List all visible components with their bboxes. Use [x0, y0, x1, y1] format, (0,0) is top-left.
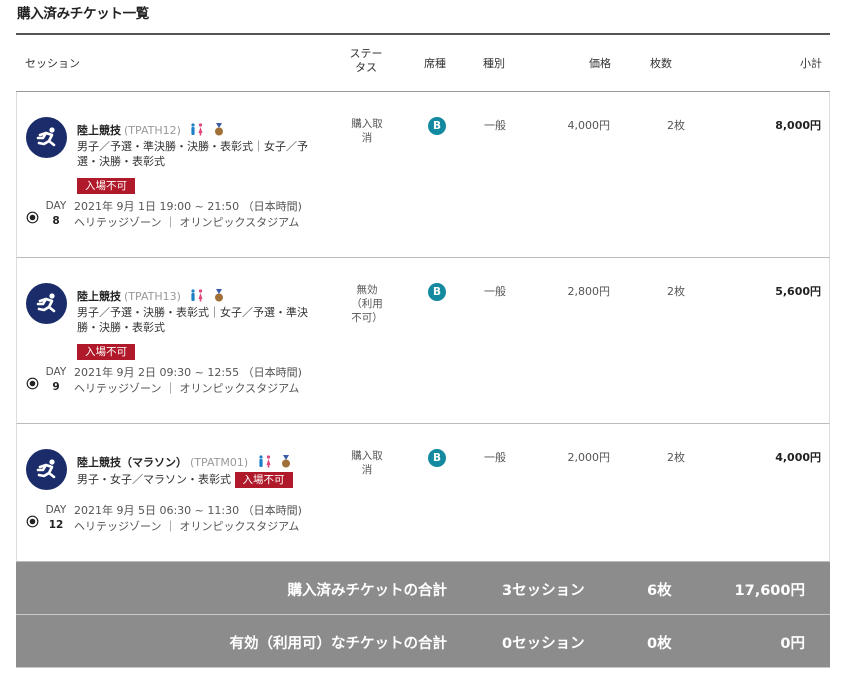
summary-count: 6枚	[647, 583, 672, 599]
session-datetime: 2021年 9月 5日 06:30 ~ 11:30 （日本時間)	[74, 504, 302, 517]
athletics-runner-icon	[26, 449, 67, 490]
men-women-icon	[189, 289, 205, 305]
ticket-type: 一般	[484, 451, 506, 464]
tickets-table: セッション ステータス 席種 種別 価格 枚数 小計 陸上競技 (TPATH12)…	[16, 33, 830, 668]
entry-badge: 入場不可	[77, 174, 135, 194]
location-pin-icon	[26, 375, 39, 390]
event-code: (TPATH13)	[124, 290, 181, 303]
ticket-price: 4,000円	[567, 119, 611, 132]
event-name: 陸上競技（マラソン）	[77, 456, 187, 469]
ticket-quantity: 2枚	[667, 285, 685, 298]
location-pin-icon	[26, 209, 39, 224]
summary-valid: 有効（利用可）なチケットの合計 0セッション 0枚 0円	[16, 615, 830, 668]
col-type: 種別	[483, 57, 505, 70]
ticket-status: 購入取消	[351, 450, 383, 476]
summary-label: 購入済みチケットの合計	[287, 583, 448, 599]
event-code: (TPATM01)	[190, 456, 249, 469]
col-price: 価格	[589, 57, 611, 70]
summary-total: 0円	[780, 636, 805, 652]
summary-sessions: 3セッション	[502, 583, 585, 599]
event-title: 陸上競技（マラソン） (TPATM01)	[77, 454, 291, 471]
col-session: セッション	[25, 57, 80, 70]
event-title: 陸上競技 (TPATH13)	[77, 288, 224, 305]
athletics-runner-icon	[26, 283, 67, 324]
ticket-subtotal: 4,000円	[775, 451, 821, 464]
session-venue: ヘリテッジゾーン ｜ オリンピックスタジアム	[74, 520, 300, 533]
summary-total: 17,600円	[734, 583, 805, 599]
page-title: 購入済みチケット一覧	[17, 6, 149, 22]
ticket-row: 陸上競技 (TPATH13) 男子／予選・決勝・表彰式｜女子／予選・準決勝・決勝・…	[16, 258, 830, 424]
entry-badge: 入場不可	[77, 340, 135, 360]
summary-purchased: 購入済みチケットの合計 3セッション 6枚 17,600円	[16, 562, 830, 615]
ticket-quantity: 2枚	[667, 119, 685, 132]
event-title: 陸上競技 (TPATH12)	[77, 122, 224, 139]
session-venue: ヘリテッジゾーン ｜ オリンピックスタジアム	[74, 382, 300, 395]
ticket-row: 陸上競技（マラソン） (TPATM01) 男子・女子／マラソン・表彰式 入場不可 …	[16, 424, 830, 562]
men-women-icon	[189, 123, 205, 139]
ticket-price: 2,800円	[567, 285, 611, 298]
col-quantity: 枚数	[650, 57, 672, 70]
day-indicator: DAY 9	[45, 366, 67, 393]
col-seat: 席種	[424, 57, 446, 70]
event-detail: 男子・女子／マラソン・表彰式 入場不可	[77, 472, 337, 488]
day-indicator: DAY 12	[45, 504, 67, 531]
event-detail: 男子／予選・決勝・表彰式｜女子／予選・準決勝・決勝・表彰式	[77, 306, 308, 334]
seat-badge: B	[428, 117, 446, 135]
medal-icon	[281, 455, 291, 471]
event-code: (TPATH12)	[124, 124, 181, 137]
ticket-price: 2,000円	[567, 451, 611, 464]
event-name: 陸上競技	[77, 124, 121, 137]
session-datetime: 2021年 9月 1日 19:00 ~ 21:50 （日本時間)	[74, 200, 302, 213]
medal-icon	[214, 289, 224, 305]
col-status: ステータス	[349, 47, 383, 74]
summary-sessions: 0セッション	[502, 636, 585, 652]
medal-icon	[214, 123, 224, 139]
ticket-status: 購入取消	[351, 118, 383, 144]
day-indicator: DAY 8	[45, 200, 67, 227]
ticket-subtotal: 8,000円	[775, 119, 821, 132]
ticket-type: 一般	[484, 119, 506, 132]
event-name: 陸上競技	[77, 290, 121, 303]
ticket-subtotal: 5,600円	[775, 285, 821, 298]
seat-badge: B	[428, 283, 446, 301]
summary-count: 0枚	[647, 636, 672, 652]
session-datetime: 2021年 9月 2日 09:30 ~ 12:55 （日本時間)	[74, 366, 302, 379]
athletics-runner-icon	[26, 117, 67, 158]
seat-badge: B	[428, 449, 446, 467]
men-women-icon	[257, 455, 273, 471]
ticket-row: 陸上競技 (TPATH12) 男子／予選・準決勝・決勝・表彰式｜女子／予選・決勝・…	[16, 92, 830, 258]
location-pin-icon	[26, 513, 39, 528]
table-header: セッション ステータス 席種 種別 価格 枚数 小計	[16, 33, 830, 92]
ticket-type: 一般	[484, 285, 506, 298]
entry-badge: 入場不可	[234, 472, 293, 488]
ticket-quantity: 2枚	[667, 451, 685, 464]
event-detail: 男子／予選・準決勝・決勝・表彰式｜女子／予選・決勝・表彰式	[77, 140, 308, 168]
summary-label: 有効（利用可）なチケットの合計	[229, 636, 448, 652]
session-venue: ヘリテッジゾーン ｜ オリンピックスタジアム	[74, 216, 300, 229]
ticket-status: 無効（利用不可）	[351, 284, 383, 324]
col-subtotal: 小計	[800, 57, 822, 70]
